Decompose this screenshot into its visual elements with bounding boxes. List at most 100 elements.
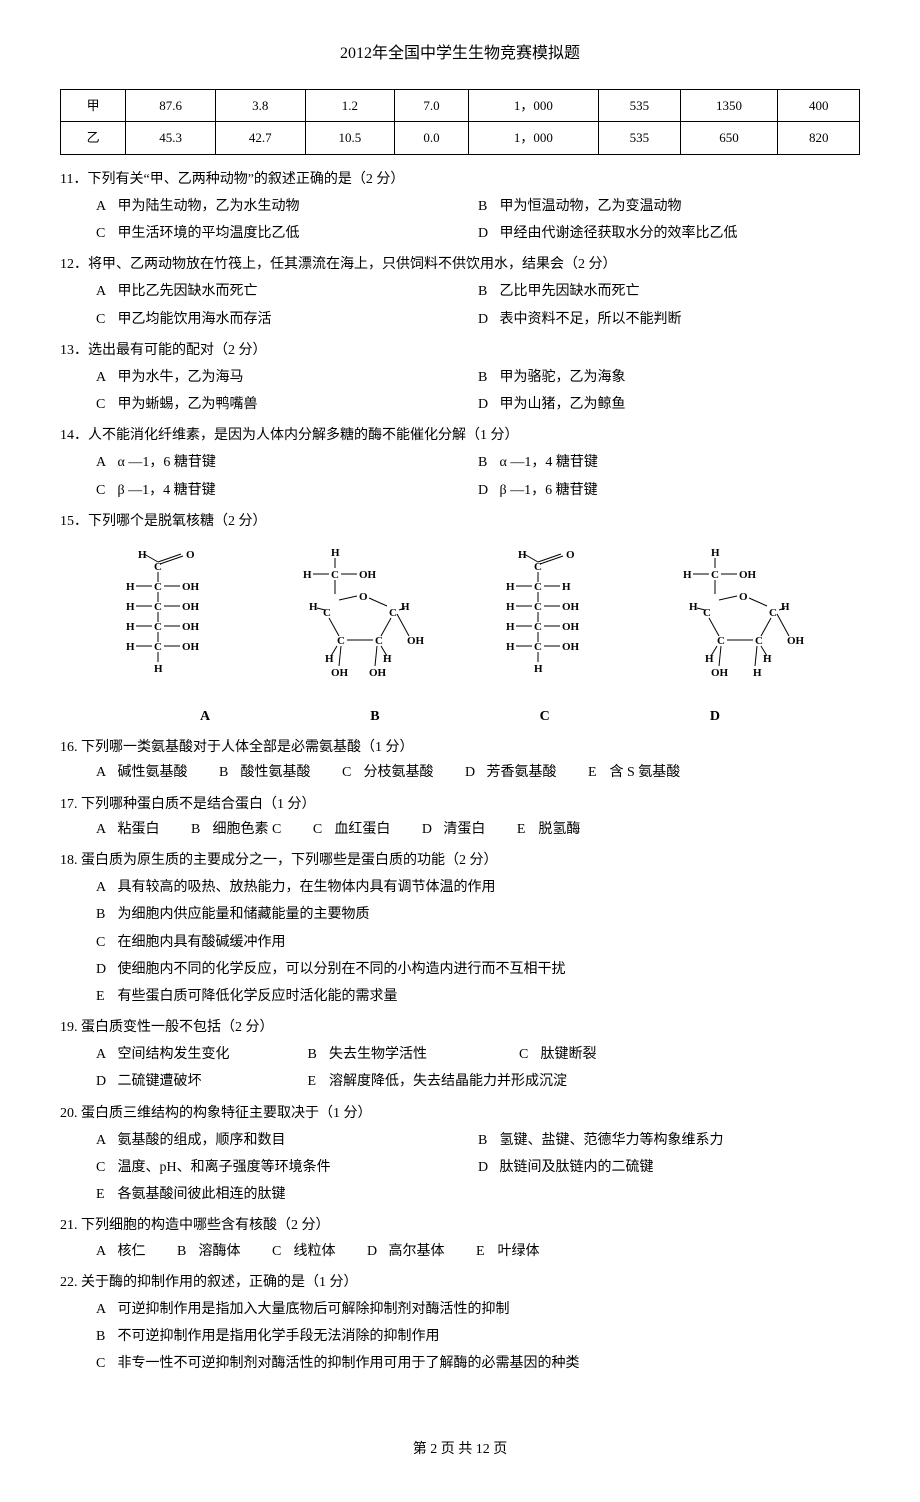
cell: 535 bbox=[599, 122, 681, 154]
cell: 0.0 bbox=[395, 122, 468, 154]
page-title: 2012年全国中学生生物竞赛模拟题 bbox=[60, 40, 860, 69]
svg-text:H: H bbox=[781, 601, 790, 613]
opt-label: D bbox=[465, 760, 483, 785]
cell: 1，000 bbox=[468, 89, 598, 121]
svg-text:OH: OH bbox=[407, 635, 425, 647]
opt-label: A bbox=[96, 817, 114, 842]
opt-label: E bbox=[517, 817, 535, 842]
cell: 535 bbox=[599, 89, 681, 121]
opt-label: D bbox=[478, 478, 496, 503]
svg-text:C: C bbox=[534, 601, 542, 613]
svg-text:H: H bbox=[126, 601, 135, 613]
option-text: β —1，6 糖苷键 bbox=[500, 483, 598, 498]
opt-label: D bbox=[422, 817, 440, 842]
option-text: 叶绿体 bbox=[498, 1244, 540, 1259]
option-text: 在细胞内具有酸碱缓冲作用 bbox=[118, 935, 286, 950]
svg-text:C: C bbox=[154, 601, 162, 613]
opt-label: E bbox=[476, 1239, 494, 1264]
option-text: 脱氢酶 bbox=[538, 822, 580, 837]
opt-label: B bbox=[191, 817, 209, 842]
option-text: 氢键、盐键、范德华力等构象维系力 bbox=[500, 1133, 724, 1148]
svg-text:C: C bbox=[769, 607, 777, 619]
opt-label: C bbox=[96, 478, 114, 503]
question-20: 20. 蛋白质三维结构的构象特征主要取决于（1 分） A 氨基酸的组成，顺序和数… bbox=[60, 1101, 860, 1208]
option-text: 甲经由代谢途径获取水分的效率比乙低 bbox=[500, 226, 738, 241]
opt-label: B bbox=[478, 1128, 496, 1153]
option-text: 甲为山猪，乙为鲸鱼 bbox=[500, 397, 626, 412]
svg-text:C: C bbox=[711, 569, 719, 581]
opt-label: C bbox=[272, 1239, 290, 1264]
option-text: 空间结构发生变化 bbox=[118, 1047, 230, 1062]
svg-text:H: H bbox=[753, 667, 762, 679]
svg-text:C: C bbox=[703, 607, 711, 619]
option-text: 线粒体 bbox=[294, 1244, 336, 1259]
opt-label: E bbox=[308, 1069, 326, 1094]
opt-label: C bbox=[342, 760, 360, 785]
question-stem: 19. 蛋白质变性一般不包括（2 分） bbox=[60, 1015, 860, 1040]
opt-label: A bbox=[96, 875, 114, 900]
svg-text:OH: OH bbox=[182, 621, 200, 633]
option-text: 非专一性不可逆抑制剂对酶活性的抑制作用可用于了解酶的必需基因的种类 bbox=[118, 1356, 580, 1371]
svg-text:C: C bbox=[154, 561, 162, 573]
opt-label: B bbox=[177, 1239, 195, 1264]
opt-label: B bbox=[96, 1324, 114, 1349]
opt-label: A bbox=[96, 279, 114, 304]
chemical-structures: HO C HCOH HCOH HCOH HCOH H H HCOH bbox=[60, 544, 860, 694]
svg-text:C: C bbox=[534, 621, 542, 633]
cell: 乙 bbox=[61, 122, 126, 154]
svg-text:H: H bbox=[689, 601, 698, 613]
opt-label: C bbox=[96, 1155, 114, 1180]
question-stem: 13．选出最有可能的配对（2 分） bbox=[60, 338, 860, 363]
svg-text:C: C bbox=[154, 641, 162, 653]
cell: 820 bbox=[778, 122, 860, 154]
option-text: 甲比乙先因缺水而死亡 bbox=[118, 284, 258, 299]
svg-text:C: C bbox=[717, 635, 725, 647]
question-stem: 17. 下列哪种蛋白质不是结合蛋白（1 分） bbox=[60, 792, 860, 817]
option-text: 各氨基酸间彼此相连的肽键 bbox=[118, 1187, 286, 1202]
svg-text:OH: OH bbox=[331, 667, 349, 679]
svg-text:H: H bbox=[506, 581, 515, 593]
opt-label: C bbox=[519, 1042, 537, 1067]
data-table: 甲 87.6 3.8 1.2 7.0 1，000 535 1350 400 乙 … bbox=[60, 89, 860, 155]
opt-label: E bbox=[96, 984, 114, 1009]
option-text: 甲生活环境的平均温度比乙低 bbox=[118, 226, 300, 241]
opt-label: D bbox=[478, 221, 496, 246]
option-text: 细胞色素 C bbox=[213, 822, 282, 837]
opt-label: E bbox=[96, 1182, 114, 1207]
opt-label: E bbox=[588, 760, 606, 785]
opt-label: D bbox=[478, 307, 496, 332]
option-text: 酸性氨基酸 bbox=[241, 765, 311, 780]
structure-label-c: C bbox=[540, 704, 550, 729]
question-stem: 22. 关于酶的抑制作用的叙述，正确的是（1 分） bbox=[60, 1270, 860, 1295]
opt-label: A bbox=[96, 1297, 114, 1322]
svg-text:H: H bbox=[303, 569, 312, 581]
structure-label-b: B bbox=[370, 704, 379, 729]
question-18: 18. 蛋白质为原生质的主要成分之一，下列哪些是蛋白质的功能（2 分） A 具有… bbox=[60, 848, 860, 1009]
question-stem: 18. 蛋白质为原生质的主要成分之一，下列哪些是蛋白质的功能（2 分） bbox=[60, 848, 860, 873]
structure-label-a: A bbox=[200, 704, 210, 729]
page-current: 2 bbox=[430, 1442, 437, 1457]
option-text: 血红蛋白 bbox=[334, 822, 390, 837]
option-text: 可逆抑制作用是指加入大量底物后可解除抑制剂对酶活性的抑制 bbox=[118, 1302, 510, 1317]
question-stem: 16. 下列哪一类氨基酸对于人体全部是必需氨基酸（1 分） bbox=[60, 735, 860, 760]
option-text: 粘蛋白 bbox=[118, 822, 160, 837]
opt-label: D bbox=[96, 957, 114, 982]
cell: 10.5 bbox=[305, 122, 395, 154]
cell: 甲 bbox=[61, 89, 126, 121]
opt-label: B bbox=[308, 1042, 326, 1067]
option-text: 二硫键遭破坏 bbox=[118, 1074, 202, 1089]
option-text: 甲乙均能饮用海水而存活 bbox=[118, 312, 272, 327]
option-text: 高尔基体 bbox=[389, 1244, 445, 1259]
svg-text:OH: OH bbox=[369, 667, 387, 679]
svg-text:C: C bbox=[154, 621, 162, 633]
svg-text:C: C bbox=[389, 607, 397, 619]
opt-label: D bbox=[478, 392, 496, 417]
question-12: 12．将甲、乙两动物放在竹筏上，任其漂流在海上，只供饲料不供饮用水，结果会（2 … bbox=[60, 252, 860, 332]
svg-text:OH: OH bbox=[787, 635, 805, 647]
svg-text:H: H bbox=[683, 569, 692, 581]
svg-text:H: H bbox=[126, 641, 135, 653]
svg-text:H: H bbox=[763, 653, 772, 665]
opt-label: A bbox=[96, 365, 114, 390]
opt-label: C bbox=[96, 307, 114, 332]
svg-text:OH: OH bbox=[562, 641, 580, 653]
